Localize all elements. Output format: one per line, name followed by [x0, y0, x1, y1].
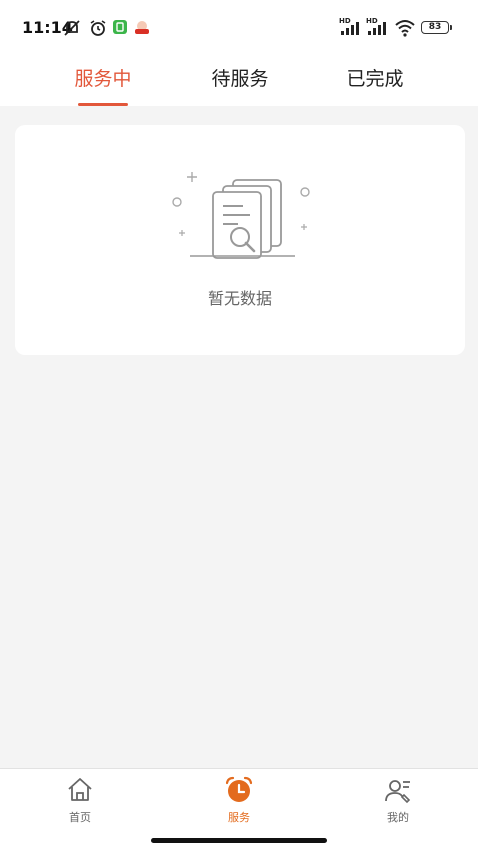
status-bar: 11:14 HD HD 83: [0, 0, 478, 56]
svg-text:HD: HD: [339, 17, 351, 25]
notification-off-icon: [64, 20, 80, 36]
empty-documents-icon: [172, 172, 310, 259]
alarm-clock-icon: [225, 776, 253, 802]
user-list-icon: [385, 780, 411, 804]
tab-completed[interactable]: 已完成: [320, 64, 430, 91]
app-notification-icon-2: [135, 21, 149, 34]
battery-indicator: 83: [421, 21, 452, 34]
nav-item-home[interactable]: 首页: [40, 775, 120, 825]
app-notification-icon: [113, 20, 127, 34]
nav-label-service: 服务: [228, 811, 250, 824]
nav-label-home: 首页: [69, 811, 91, 824]
wifi-icon: [395, 20, 415, 37]
empty-state-text: 暂无数据: [207, 289, 272, 308]
tab-bar: 服务中 待服务 已完成: [0, 56, 478, 106]
svg-text:HD: HD: [366, 17, 378, 25]
tab-in-service[interactable]: 服务中: [48, 64, 158, 91]
home-indicator[interactable]: [151, 838, 327, 843]
nav-item-mine[interactable]: 我的: [358, 775, 438, 825]
signal-icon-2: HD: [366, 17, 386, 35]
empty-state-card: 暂无数据: [15, 125, 465, 355]
tab-pending-service[interactable]: 待服务: [185, 64, 295, 91]
nav-item-service[interactable]: 服务: [199, 775, 279, 825]
alarm-icon: [90, 20, 106, 36]
active-tab-indicator: [78, 103, 128, 106]
nav-label-mine: 我的: [387, 811, 409, 824]
signal-icon: HD: [339, 17, 359, 35]
home-icon: [68, 778, 92, 801]
